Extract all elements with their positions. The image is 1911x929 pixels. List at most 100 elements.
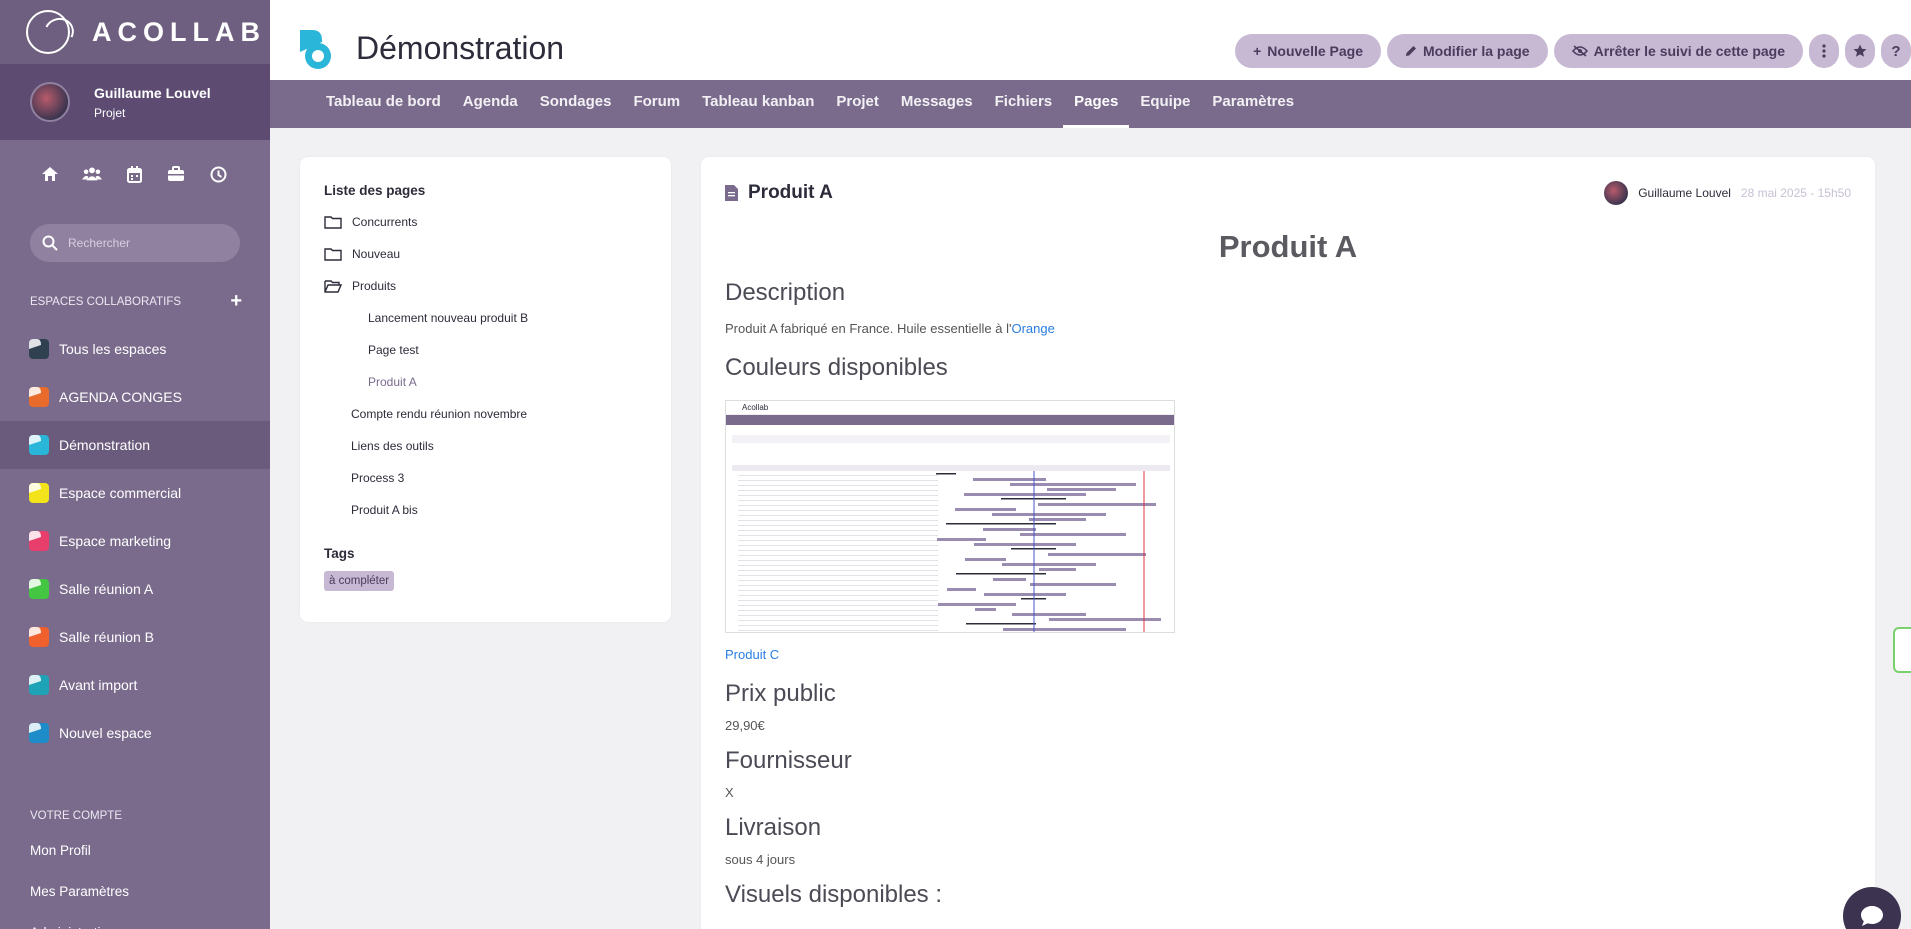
gantt-thumbnail — [726, 431, 1174, 632]
document-title-text: Produit A — [748, 182, 833, 203]
document-title: Produit A — [725, 182, 833, 204]
delivery-value: sous 4 jours — [725, 852, 796, 867]
account-link[interactable]: Mon Profil — [0, 830, 270, 871]
description-heading: Description — [725, 279, 846, 306]
space-label: Nouvel espace — [59, 725, 152, 741]
space-item[interactable]: Tous les espaces — [0, 325, 270, 373]
page-item-label: Produits — [352, 279, 397, 293]
file-icon — [725, 185, 738, 201]
page-item[interactable]: Produit A — [324, 366, 671, 398]
tab-item[interactable]: Pages — [1063, 80, 1130, 128]
user-card[interactable]: Guillaume Louvel Projet — [0, 64, 270, 140]
tag-badge[interactable]: à compléter — [324, 571, 395, 591]
page-item-label: Concurrents — [352, 215, 418, 229]
page-content-card: Produit A Guillaume Louvel 28 mai 2025 -… — [701, 157, 1875, 929]
account-links: Mon ProfilMes ParamètresAdministration — [0, 830, 270, 929]
extension-widget[interactable] — [1893, 627, 1911, 673]
spaces-section-title: ESPACES COLLABORATIFS + — [0, 290, 270, 313]
new-page-button[interactable]: + Nouvelle Page — [1235, 34, 1381, 68]
briefcase-icon[interactable] — [166, 164, 186, 184]
page-item[interactable]: Lancement nouveau produit B — [324, 302, 671, 334]
folder-open-icon — [324, 280, 342, 293]
tab-item[interactable]: Messages — [890, 80, 984, 128]
page-item[interactable]: Produit A bis — [324, 494, 671, 526]
page-item[interactable]: Page test — [324, 334, 671, 366]
price-heading: Prix public — [725, 680, 836, 707]
supplier-heading: Fournisseur — [725, 747, 852, 774]
space-label: Démonstration — [59, 437, 151, 453]
clock-icon[interactable] — [208, 164, 228, 184]
tab-item[interactable]: Projet — [825, 80, 890, 128]
page-item[interactable]: Compte rendu réunion novembre — [324, 398, 671, 430]
add-space-icon[interactable]: + — [230, 290, 242, 313]
page-item[interactable]: Liens des outils — [324, 430, 671, 462]
space-tabs: Tableau de bord Agenda Sondages Forum Tablea… — [270, 80, 1911, 128]
tab-item[interactable]: Equipe — [1129, 80, 1201, 128]
space-logo-icon — [29, 387, 49, 407]
logo[interactable]: ACOLLAB — [0, 0, 270, 64]
folder-icon — [324, 216, 342, 229]
search-box[interactable] — [30, 224, 240, 262]
space-item[interactable]: Salle réunion B — [0, 613, 270, 661]
header-actions: + Nouvelle Page Modifier la page Arrêter… — [1235, 34, 1911, 68]
tab-item[interactable]: Agenda — [452, 80, 529, 128]
page-item-label: Compte rendu réunion novembre — [351, 407, 528, 421]
description-body: Produit A fabriqué en France. Huile esse… — [725, 321, 1012, 336]
tab-item[interactable]: Tableau kanban — [691, 80, 825, 128]
embedded-screenshot[interactable]: Acollab — [725, 400, 1175, 633]
more-options-button[interactable] — [1809, 34, 1839, 68]
space-item[interactable]: Espace commercial — [0, 469, 270, 517]
calendar-icon[interactable] — [124, 164, 144, 184]
page-folder-item[interactable]: Produits — [324, 270, 671, 302]
tab-item[interactable]: Forum — [622, 80, 691, 128]
search-input[interactable] — [68, 236, 218, 250]
space-logo-icon — [29, 675, 49, 695]
space-item[interactable]: Nouvel espace — [0, 709, 270, 757]
page-folder-item[interactable]: Concurrents — [324, 206, 671, 238]
author-name[interactable]: Guillaume Louvel — [1638, 186, 1731, 200]
space-logo-icon — [29, 483, 49, 503]
page-item-label: Produit A — [368, 375, 417, 389]
tab-item[interactable]: Tableau de bord — [315, 80, 452, 128]
unfollow-button[interactable]: Arrêter le suivi de cette page — [1553, 34, 1803, 68]
space-item[interactable]: AGENDA CONGES — [0, 373, 270, 421]
author-avatar — [1604, 181, 1629, 205]
spaces-title: ESPACES COLLABORATIFS — [30, 295, 182, 308]
pages-list-title: Liste des pages — [324, 183, 426, 198]
new-page-label: Nouvelle Page — [1267, 43, 1363, 59]
colors-heading: Couleurs disponibles — [725, 354, 948, 381]
screenshot-app-label: Acollab — [742, 403, 769, 412]
tab-item[interactable]: Fichiers — [984, 80, 1064, 128]
page-item-label: Lancement nouveau produit B — [368, 311, 529, 325]
space-item[interactable]: Démonstration — [0, 421, 270, 469]
produit-c-link[interactable]: Produit C — [725, 647, 779, 662]
page-item-label: Nouveau — [352, 247, 401, 261]
page-folder-item[interactable]: Nouveau — [324, 238, 671, 270]
space-item[interactable]: Avant import — [0, 661, 270, 709]
space-logo-icon — [29, 531, 49, 551]
avatar — [30, 82, 70, 122]
folder-icon — [324, 248, 342, 261]
users-icon[interactable] — [82, 164, 102, 184]
star-icon — [1853, 44, 1867, 57]
tab-item[interactable]: Paramètres — [1201, 80, 1305, 128]
page-item-label: Process 3 — [351, 471, 405, 485]
edit-page-button[interactable]: Modifier la page — [1387, 34, 1548, 68]
account-link[interactable]: Administration — [0, 912, 270, 929]
eye-slash-icon — [1571, 45, 1588, 57]
tab-item[interactable]: Sondages — [529, 80, 623, 128]
space-logo-icon — [300, 30, 331, 69]
help-button[interactable]: ? — [1881, 34, 1911, 68]
account-link[interactable]: Mes Paramètres — [0, 871, 270, 912]
home-icon[interactable] — [40, 164, 60, 184]
user-name: Guillaume Louvel — [94, 84, 211, 101]
vertical-dots-icon — [1822, 44, 1826, 58]
sidebar: ACOLLAB Guillaume Louvel Projet ESPACES … — [0, 0, 270, 929]
orange-link[interactable]: Orange — [1011, 321, 1054, 336]
favorite-button[interactable] — [1845, 34, 1875, 68]
space-item[interactable]: Salle réunion A — [0, 565, 270, 613]
page-item[interactable]: Process 3 — [324, 462, 671, 494]
page-item-label: Produit A bis — [351, 503, 418, 517]
pencil-icon — [1406, 46, 1416, 56]
space-item[interactable]: Espace marketing — [0, 517, 270, 565]
